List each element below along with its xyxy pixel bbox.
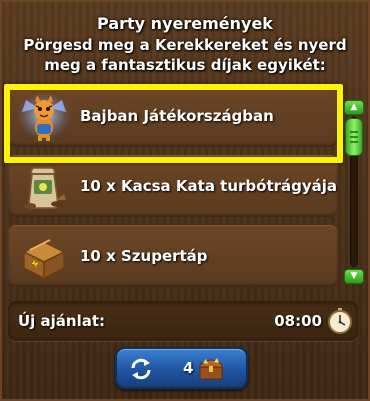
super-feed-crate-icon bbox=[22, 239, 66, 280]
stopwatch-icon bbox=[328, 308, 352, 334]
refresh-icon bbox=[131, 358, 151, 380]
scroll-thumb[interactable] bbox=[345, 118, 363, 156]
prize-label: 10 x Kacsa Kata turbótrágyája bbox=[80, 177, 338, 195]
prize-list-scrollbar[interactable]: ▲ ▼ bbox=[344, 100, 364, 284]
triangle-down-icon: ▼ bbox=[350, 271, 358, 281]
triangle-up-icon: ▲ bbox=[350, 102, 358, 112]
fertilizer-sack-icon bbox=[24, 167, 66, 209]
panel-header: Party nyeremények Pörgesd meg a Kerekker… bbox=[2, 14, 368, 75]
panel-title: Party nyeremények bbox=[97, 14, 273, 33]
prize-item-szupertap[interactable]: 10 x Szupertáp bbox=[8, 225, 338, 287]
spin-wheel-button[interactable]: 4 bbox=[115, 347, 248, 389]
treasure-chest-icon bbox=[199, 358, 223, 380]
new-offer-bar: Új ajánlat: 08:00 bbox=[8, 301, 358, 341]
prize-label: 10 x Szupertáp bbox=[80, 247, 208, 265]
spin-cost-count: 4 bbox=[183, 359, 194, 377]
party-prizes-panel: Party nyeremények Pörgesd meg a Kerekker… bbox=[0, 0, 370, 401]
panel-subtitle: Pörgesd meg a Kerekkereket és nyerd meg … bbox=[23, 36, 347, 74]
scroll-down-button[interactable]: ▼ bbox=[344, 269, 364, 284]
new-offer-timer: 08:00 bbox=[274, 312, 322, 330]
scroll-up-button[interactable]: ▲ bbox=[344, 100, 364, 115]
selected-prize-highlight bbox=[4, 84, 343, 163]
new-offer-label: Új ajánlat: bbox=[18, 312, 106, 330]
prize-item-kacsa-kata-turbotragyaja[interactable]: 10 x Kacsa Kata turbótrágyája bbox=[8, 155, 338, 217]
